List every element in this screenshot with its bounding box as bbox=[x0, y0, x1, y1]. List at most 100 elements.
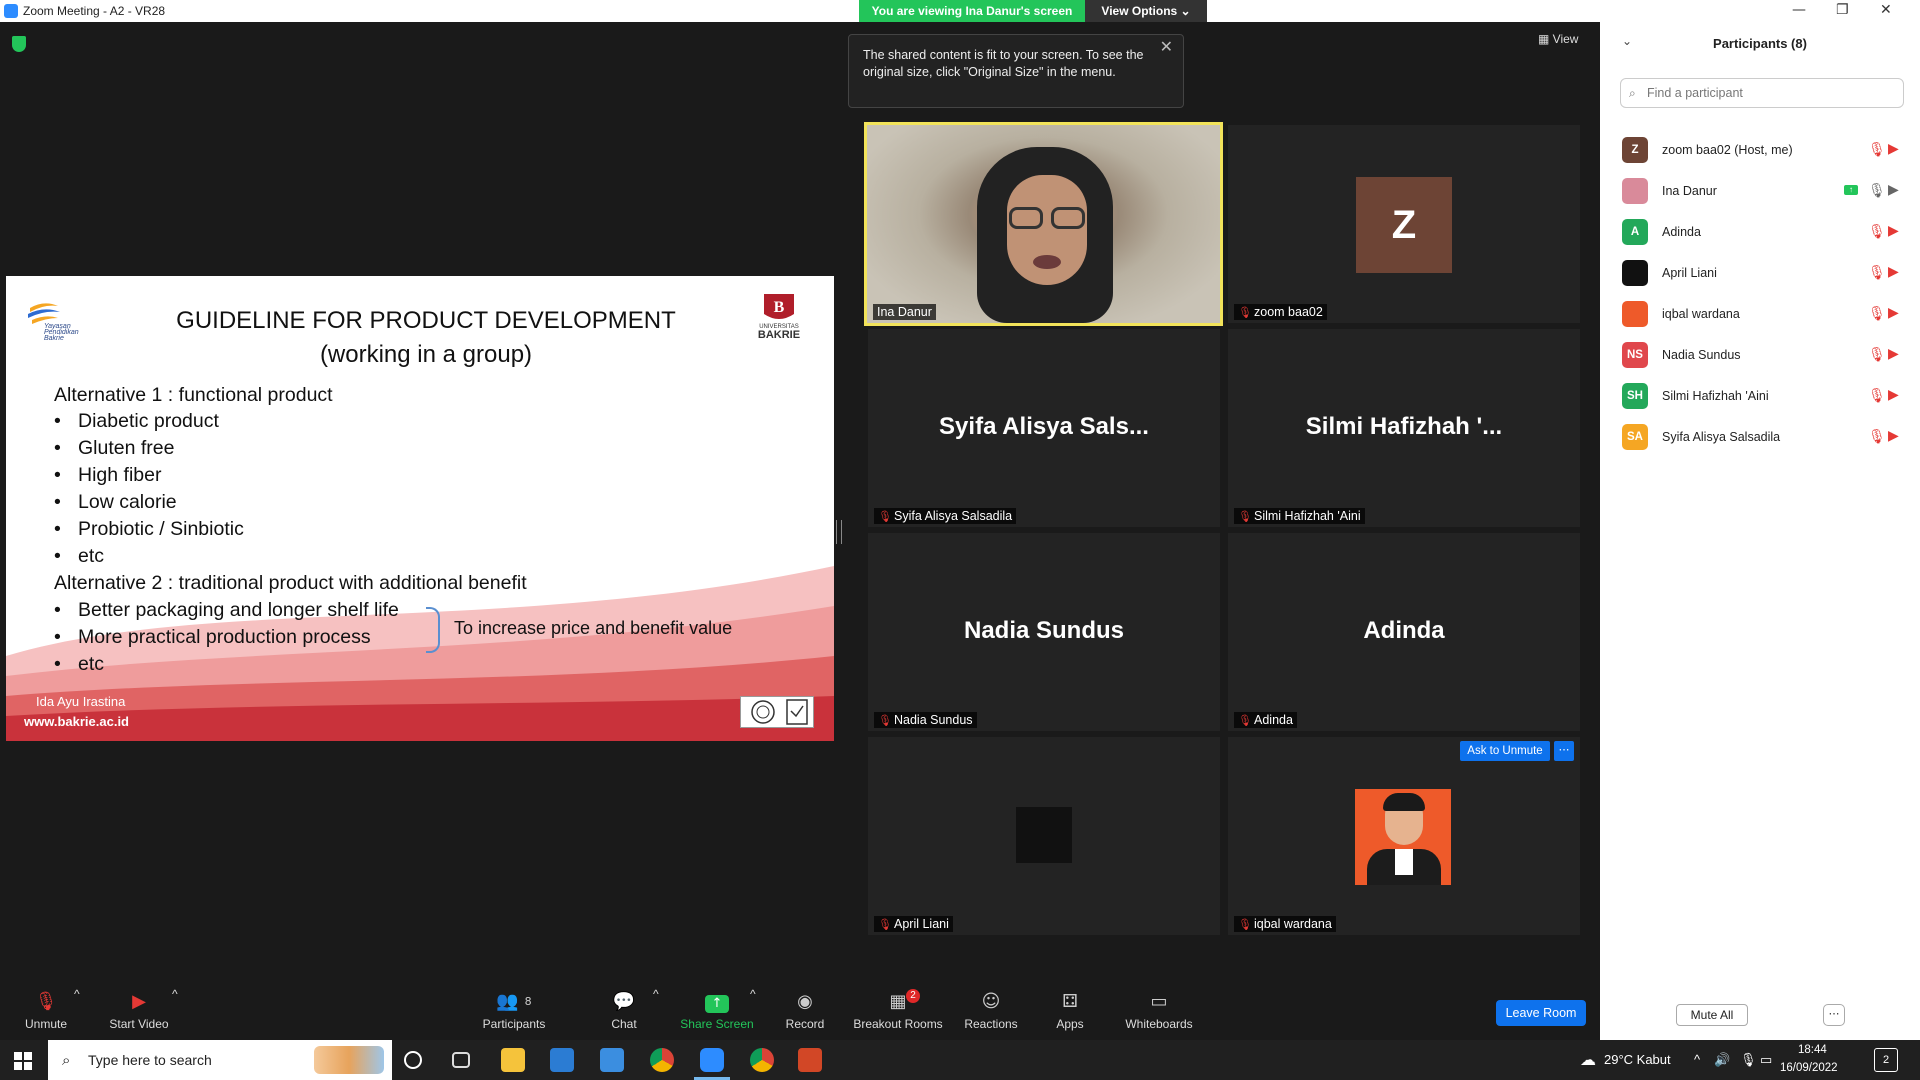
avatar: Z bbox=[1356, 177, 1452, 273]
mic-muted-icon[interactable]: 🎙 bbox=[1868, 305, 1886, 322]
mic-muted-icon[interactable]: 🎙 bbox=[1868, 141, 1886, 158]
video-off-icon[interactable]: ▶ bbox=[1888, 304, 1899, 321]
mute-all-button[interactable]: Mute All bbox=[1676, 1004, 1748, 1026]
notifications-icon[interactable]: 2 bbox=[1874, 1048, 1898, 1072]
participant-row[interactable]: April Liani 🎙 ▶ bbox=[1622, 255, 1912, 291]
view-button[interactable]: ▦ View bbox=[1538, 32, 1578, 46]
participants-button[interactable]: 👥 8 Participants bbox=[478, 987, 550, 1031]
avatar: SA bbox=[1622, 424, 1648, 450]
encryption-shield-icon[interactable] bbox=[12, 36, 26, 52]
video-off-icon[interactable]: ▶ bbox=[1888, 140, 1899, 157]
participant-row[interactable]: SH Silmi Hafizhah 'Aini 🎙 ▶ bbox=[1622, 378, 1912, 414]
tooltip-close-icon[interactable]: ✕ bbox=[1160, 39, 1173, 56]
breakout-rooms-button[interactable]: ▦ 2 Breakout Rooms bbox=[852, 987, 944, 1031]
tile-name-text: Nadia Sundus bbox=[894, 713, 973, 727]
clock-date[interactable]: 16/09/2022 bbox=[1780, 1062, 1838, 1074]
tile-name-label: 🎙 Syifa Alisya Salsadila bbox=[874, 508, 1017, 524]
participant-row[interactable]: A Adinda 🎙 ▶ bbox=[1622, 214, 1912, 250]
alt1-item-text: Gluten free bbox=[78, 437, 175, 459]
mail-icon[interactable] bbox=[600, 1048, 624, 1072]
mic-muted-icon[interactable]: 🎙 bbox=[1868, 387, 1886, 404]
video-on-icon[interactable]: ▶ bbox=[1888, 181, 1899, 198]
video-tile-april[interactable]: 🎙 April Liani bbox=[868, 737, 1220, 935]
video-tile-syifa[interactable]: Syifa Alisya Sals... 🎙 Syifa Alisya Salsa… bbox=[868, 329, 1220, 527]
video-off-icon[interactable]: ▶ bbox=[1888, 386, 1899, 403]
store-icon[interactable] bbox=[550, 1048, 574, 1072]
record-button[interactable]: ◉ Record bbox=[780, 987, 830, 1031]
alt1-item: Diabetic product bbox=[54, 410, 219, 433]
powerpoint-icon[interactable] bbox=[798, 1048, 822, 1072]
slide-title-line1: GUIDELINE FOR PRODUCT DEVELOPMENT bbox=[176, 307, 676, 334]
video-off-icon[interactable]: ▶ bbox=[1888, 222, 1899, 239]
mic-muted-icon[interactable]: 🎙 bbox=[1868, 264, 1886, 281]
mic-muted-icon[interactable]: 🎙 bbox=[1868, 223, 1886, 240]
chrome-icon[interactable] bbox=[750, 1048, 774, 1072]
network-icon[interactable]: ▭ bbox=[1760, 1052, 1772, 1068]
taskbar-search-placeholder: Type here to search bbox=[88, 1052, 212, 1068]
leave-room-button[interactable]: Leave Room bbox=[1496, 1000, 1586, 1026]
start-video-button[interactable]: ▶ Start Video bbox=[104, 987, 174, 1031]
participant-search-input[interactable]: ⌕ Find a participant bbox=[1620, 78, 1904, 108]
unmute-button[interactable]: 🎙 Unmute bbox=[18, 987, 74, 1031]
search-icon: ⌕ bbox=[1629, 86, 1636, 100]
close-button[interactable]: ✕ bbox=[1880, 2, 1892, 18]
video-options-chevron-icon[interactable]: ^ bbox=[172, 987, 178, 1001]
weather-text[interactable]: 29°C Kabut bbox=[1604, 1052, 1671, 1067]
participant-row[interactable]: NS Nadia Sundus 🎙 ▶ bbox=[1622, 337, 1912, 373]
restore-button[interactable]: ❐ bbox=[1836, 2, 1849, 18]
zoom-taskbar-icon[interactable] bbox=[700, 1048, 724, 1072]
taskbar-search-input[interactable]: ⌕ Type here to search bbox=[48, 1040, 392, 1080]
task-view-icon[interactable] bbox=[452, 1052, 470, 1068]
share-screen-icon: ↑ bbox=[705, 995, 729, 1013]
video-off-icon[interactable]: ▶ bbox=[1888, 263, 1899, 280]
participant-row[interactable]: iqbal wardana 🎙 ▶ bbox=[1622, 296, 1912, 332]
whiteboards-button[interactable]: ▭ Whiteboards bbox=[1124, 987, 1194, 1031]
yayasan-logo-icon: Yayasan Pendidikan Bakrie bbox=[28, 303, 79, 340]
tile-more-button[interactable]: ⋯ bbox=[1554, 741, 1574, 761]
whiteboard-icon: ▭ bbox=[1150, 991, 1168, 1012]
tray-chevron-icon[interactable]: ^ bbox=[1694, 1052, 1700, 1067]
video-tile-iqbal[interactable]: 🎙 iqbal wardana bbox=[1228, 737, 1580, 935]
participant-row[interactable]: SA Syifa Alisya Salsadila 🎙 ▶ bbox=[1622, 419, 1912, 455]
chrome-icon[interactable] bbox=[650, 1048, 674, 1072]
chat-button[interactable]: 💬 Chat bbox=[602, 987, 646, 1031]
ask-to-unmute-button[interactable]: Ask to Unmute bbox=[1460, 741, 1550, 761]
reactions-icon: ☺ bbox=[981, 991, 1001, 1012]
mic-on-icon[interactable]: 🎙 bbox=[1868, 182, 1886, 199]
share-options-chevron-icon[interactable]: ^ bbox=[750, 987, 756, 1001]
cortana-icon[interactable] bbox=[404, 1051, 422, 1069]
clock-time[interactable]: 18:44 bbox=[1798, 1044, 1827, 1056]
participant-row[interactable]: Z zoom baa02 (Host, me) 🎙 ▶ bbox=[1622, 132, 1912, 168]
brace-icon bbox=[426, 607, 440, 653]
reactions-button[interactable]: ☺ Reactions bbox=[960, 987, 1022, 1031]
viewing-banner: You are viewing Ina Danur's screen View … bbox=[859, 0, 1207, 22]
file-explorer-icon[interactable] bbox=[501, 1048, 525, 1072]
mic-muted-icon[interactable]: 🎙 bbox=[1868, 346, 1886, 363]
share-screen-button[interactable]: ↑ Share Screen bbox=[680, 987, 754, 1031]
minimize-button[interactable]: — bbox=[1792, 2, 1806, 18]
record-label: Record bbox=[785, 1017, 825, 1031]
mic-muted-icon[interactable]: 🎙 bbox=[1868, 428, 1886, 445]
video-person-mouth bbox=[1033, 255, 1061, 269]
audio-options-chevron-icon[interactable]: ^ bbox=[74, 987, 80, 1001]
video-tile-nadia[interactable]: Nadia Sundus 🎙 Nadia Sundus bbox=[868, 533, 1220, 731]
tile-name-text: iqbal wardana bbox=[1254, 917, 1332, 931]
panel-more-button[interactable]: ⋯ bbox=[1823, 1004, 1845, 1026]
alt2-item-text: etc bbox=[78, 653, 105, 675]
video-off-icon[interactable]: ▶ bbox=[1888, 427, 1899, 444]
participant-row[interactable]: Ina Danur ↑ 🎙 ▶ bbox=[1622, 173, 1912, 209]
volume-icon[interactable]: 🔊 bbox=[1714, 1052, 1730, 1068]
view-options-button[interactable]: View Options ⌄ bbox=[1085, 0, 1207, 22]
video-tile-silmi[interactable]: Silmi Hafizhah '... 🎙 Silmi Hafizhah 'Ain… bbox=[1228, 329, 1580, 527]
mic-tray-icon[interactable]: 🎙 bbox=[1740, 1052, 1757, 1068]
windows-start-icon[interactable] bbox=[14, 1052, 32, 1070]
chat-options-chevron-icon[interactable]: ^ bbox=[653, 987, 659, 1001]
video-tile-zoom-baa02[interactable]: Z 🎙 zoom baa02 bbox=[1228, 125, 1580, 323]
video-tile-ina-danur[interactable]: Ina Danur bbox=[864, 122, 1223, 326]
split-handle[interactable] bbox=[836, 520, 842, 544]
video-off-icon[interactable]: ▶ bbox=[1888, 345, 1899, 362]
video-tile-adinda[interactable]: Adinda 🎙 Adinda bbox=[1228, 533, 1580, 731]
mic-off-icon: 🎙 bbox=[34, 991, 58, 1012]
unmute-label: Unmute bbox=[24, 1017, 68, 1031]
apps-button[interactable]: ⚃ Apps bbox=[1050, 987, 1090, 1031]
